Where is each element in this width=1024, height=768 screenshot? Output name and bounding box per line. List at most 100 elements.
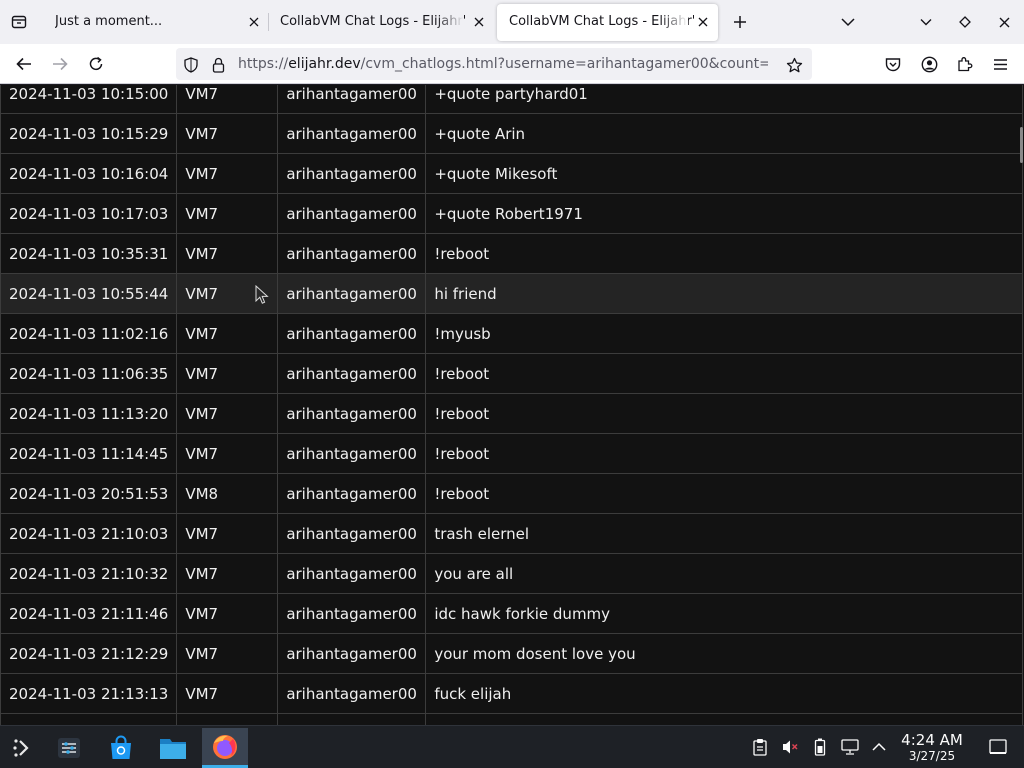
pocket-button[interactable] [880,52,906,76]
taskbar-discover[interactable] [98,728,144,768]
chat-log-table: 2024-11-03 10:15:00 VM7 arihantagamer00 +qu… [0,85,1023,725]
account-button[interactable] [916,52,942,76]
vm-cell: VM7 [176,353,279,394]
firefox-view-button[interactable] [7,10,31,34]
vm-cell: VM7 [176,633,279,674]
taskbar-dolphin[interactable] [150,728,196,768]
message-cell: hi friend [425,273,1023,314]
battery-icon[interactable] [810,737,830,757]
username-cell: arihantagamer00 [277,313,427,354]
timestamp-cell: 2024-11-03 21:11:46 [0,593,178,634]
vm-cell: VM7 [176,433,279,474]
username-cell: arihantagamer00 [277,85,427,114]
forward-button[interactable] [47,52,73,76]
tracking-protection-shield-icon[interactable] [182,56,200,74]
timestamp-cell: 2024-11-03 11:06:35 [0,353,178,394]
puzzle-icon [958,57,973,72]
username-cell: arihantagamer00 [277,193,427,234]
message-cell: +quote Arin [425,113,1023,154]
table-row: 2024-11-03 11:02:16 VM7 arihantagamer00 !my… [0,313,1023,354]
taskbar-system-settings[interactable] [46,728,92,768]
timestamp-cell [0,713,178,725]
folder-icon [160,739,186,759]
vm-cell: VM7 [176,193,279,234]
tab-collabvm-chat-logs-active[interactable]: CollabVM Chat Logs - Elijahr's [497,4,718,41]
taskbar: 4:24 AM 3/27/25 [0,725,1024,768]
username-cell: arihantagamer00 [277,393,427,434]
vm-cell: VM7 [176,393,279,434]
maximize-button[interactable] [953,10,977,34]
table-row: 2024-11-03 11:06:35 VM7 arihantagamer00 !re… [0,353,1023,394]
hamburger-menu-icon [993,58,1007,70]
page-scrollbar-thumb[interactable] [1020,127,1023,163]
tab-strip: Just a moment... CollabVM Chat Logs - El… [0,0,1024,44]
navigation-toolbar: https://elijahr.dev/cvm_chatlogs.html?us… [0,44,1024,84]
message-cell: !reboot [425,433,1023,474]
table-row: 2024-11-03 10:15:29 VM7 arihantagamer00 +qu… [0,113,1023,154]
show-desktop-icon[interactable] [988,737,1008,757]
table-row: 2024-11-03 21:11:46 VM7 arihantagamer00 idc… [0,593,1023,634]
tab-close-button[interactable] [470,13,488,31]
close-icon [474,17,484,27]
network-icon[interactable] [840,737,860,757]
extensions-button[interactable] [952,52,978,76]
diamond-icon [959,16,971,28]
shopping-bag-icon [111,735,131,759]
chat-log-page: 2024-11-03 10:15:00 VM7 arihantagamer00 +qu… [0,85,1024,725]
vm-cell: VM7 [176,113,279,154]
close-icon [999,17,1009,27]
clipboard-icon[interactable] [750,737,770,757]
username-cell: arihantagamer00 [277,113,427,154]
mouse-cursor-icon [255,285,269,304]
table-row: 2024-11-03 21:10:03 VM7 arihantagamer00 tra… [0,513,1023,554]
vm-cell: VM7 [176,553,279,594]
close-window-button[interactable] [992,10,1016,34]
app-menu-button[interactable] [987,52,1013,76]
tray-expand-icon[interactable] [869,737,889,757]
minimize-button[interactable] [914,10,938,34]
volume-muted-icon[interactable] [780,737,800,757]
tab-close-button[interactable] [245,13,263,31]
clock-time: 4:24 AM [901,731,963,749]
username-cell: arihantagamer00 [277,513,427,554]
vm-cell: VM7 [176,313,279,354]
new-tab-button[interactable] [728,10,752,34]
url-bar[interactable]: https://elijahr.dev/cvm_chatlogs.html?us… [176,48,812,80]
account-icon [921,56,937,72]
timestamp-cell: 2024-11-03 10:35:31 [0,233,178,274]
table-row: 2024-11-03 10:15:00 VM7 arihantagamer00 +qu… [0,85,1023,114]
bookmark-star-button[interactable] [784,55,804,75]
url-scheme: https:// [238,56,289,72]
message-cell: trash elernel [425,513,1023,554]
username-cell: arihantagamer00 [277,353,427,394]
taskbar-firefox[interactable] [202,728,248,768]
message-cell: !reboot [425,393,1023,434]
table-row: 2024-11-03 11:14:45 VM7 arihantagamer00 !re… [0,433,1023,474]
kde-launcher-icon [13,739,29,757]
tab-collabvm-chat-logs[interactable]: CollabVM Chat Logs - Elijahr's [268,4,494,41]
url-host: elijahr.dev [288,56,361,72]
clock-date: 3/27/25 [908,749,956,763]
lock-icon[interactable] [209,56,227,74]
tab-just-a-moment[interactable]: Just a moment... [43,4,269,41]
username-cell: arihantagamer00 [277,553,427,594]
message-cell: !reboot [425,353,1023,394]
application-launcher-button[interactable] [0,728,46,768]
timestamp-cell: 2024-11-03 21:13:13 [0,673,178,714]
tab-close-button[interactable] [694,13,712,31]
back-button[interactable] [11,52,37,76]
table-row: 2024-11-03 21:10:32 VM7 arihantagamer00 you… [0,553,1023,594]
list-all-tabs-button[interactable] [836,10,860,34]
vm-cell: VM7 [176,85,279,114]
table-row: 2024-11-03 20:51:53 VM8 arihantagamer00 !re… [0,473,1023,514]
timestamp-cell: 2024-11-03 10:15:29 [0,113,178,154]
message-cell: +quote Mikesoft [425,153,1023,194]
message-cell: !reboot [425,473,1023,514]
table-row: 2024-11-03 21:12:29 VM7 arihantagamer00 you… [0,633,1023,674]
arrow-right-icon [53,57,68,71]
vm-cell: VM7 [176,153,279,194]
url-text[interactable]: https://elijahr.dev/cvm_chatlogs.html?us… [238,56,768,72]
digital-clock[interactable]: 4:24 AM 3/27/25 [895,731,969,764]
username-cell: arihantagamer00 [277,433,427,474]
reload-button[interactable] [83,52,109,76]
